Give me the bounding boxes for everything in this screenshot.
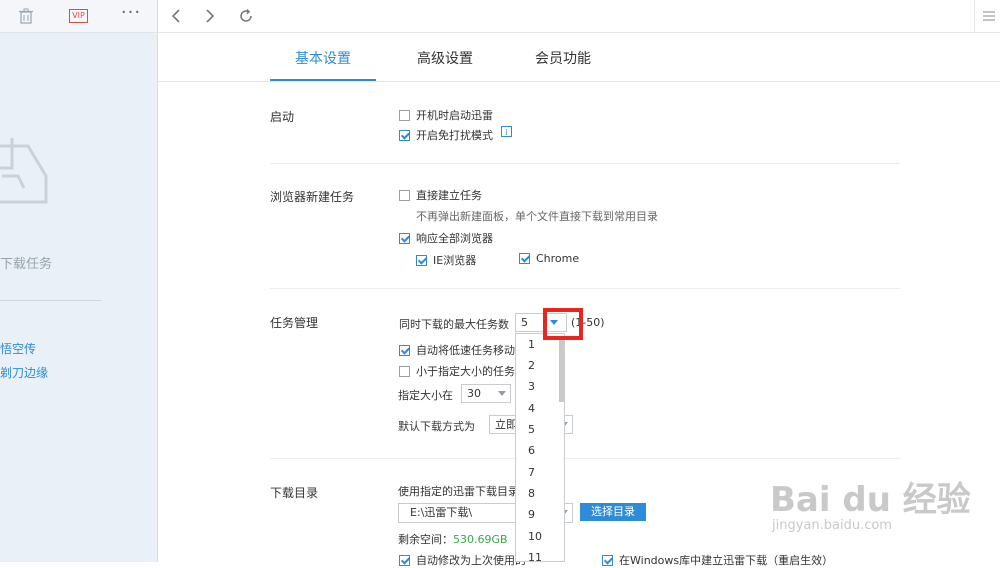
use-dir-label: 使用指定的迅雷下载目录 [398, 485, 519, 498]
checkbox-label: 在Windows库中建立迅雷下载（重启生效） [619, 554, 834, 567]
baidu-watermark-url: jingyan.baidu.com [772, 518, 892, 533]
highlight-annotation-box [543, 308, 583, 340]
checkbox-row-chrome[interactable]: Chrome [519, 252, 579, 265]
dropdown-option[interactable]: 7 [528, 466, 535, 479]
info-icon[interactable]: i [501, 126, 512, 137]
size-select[interactable]: 30 [461, 384, 511, 403]
section-title-download-dir: 下载目录 [270, 486, 319, 500]
choose-dir-button[interactable]: 选择目录 [580, 503, 646, 521]
chevron-down-icon [498, 391, 506, 396]
tab-basic-settings[interactable]: 基本设置 [270, 48, 376, 70]
checkbox-row-autostart[interactable]: 开机时启动迅雷 [399, 107, 493, 123]
sidebar-link-razor[interactable]: 剃刀边缘 [0, 364, 48, 381]
dropdown-option[interactable]: 3 [528, 380, 535, 393]
max-tasks-value: 5 [521, 316, 528, 329]
dropdown-option[interactable]: 9 [528, 508, 535, 521]
checkbox-direct-task[interactable] [399, 189, 410, 201]
direct-task-hint: 不再弹出新建面板，单个文件直接下载到常用目录 [416, 210, 658, 223]
top-toolbar [158, 0, 1000, 33]
checkbox-row-auto-dir[interactable]: 自动修改为上次使用的 [399, 552, 526, 568]
free-space-value: 530.69GB [453, 532, 508, 546]
dropdown-option[interactable]: 4 [528, 402, 535, 415]
tab-advanced-settings[interactable]: 高级设置 [392, 48, 498, 70]
free-space-label: 剩余空间： [398, 533, 453, 546]
section-divider [270, 288, 900, 289]
section-title-task-management: 任务管理 [270, 316, 319, 330]
checkbox-dnd[interactable] [399, 129, 410, 141]
vip-icon[interactable]: VIP [69, 9, 88, 23]
checkbox-row-ie[interactable]: IE浏览器 [416, 252, 476, 268]
dropdown-option[interactable]: 2 [528, 359, 535, 372]
sidebar-divider [0, 300, 101, 301]
section-divider [270, 163, 900, 164]
checkbox-row-direct[interactable]: 直接建立任务 [399, 187, 482, 203]
checkbox-label: IE浏览器 [433, 254, 477, 267]
active-tab-indicator [270, 79, 376, 81]
back-icon[interactable] [166, 0, 186, 32]
checkbox-respond-all[interactable] [399, 232, 410, 244]
checkbox-ie[interactable] [416, 254, 427, 266]
max-tasks-dropdown-list[interactable]: 1 2 3 4 5 6 7 8 9 10 11 [515, 333, 565, 562]
toolbar-divider [974, 0, 975, 32]
empty-task-label: 下载任务 [0, 257, 53, 272]
sidebar [0, 0, 158, 562]
default-mode-label: 默认下载方式为 [398, 420, 475, 433]
checkbox-label: 自动修改为上次使用的 [416, 554, 526, 567]
checkbox-label: 直接建立任务 [416, 189, 482, 202]
checkbox-label: 开启免打扰模式 [416, 129, 493, 142]
section-divider [270, 458, 900, 459]
download-path-value: E:\迅雷下载\ [410, 506, 473, 519]
checkbox-autostart[interactable] [399, 109, 410, 121]
dropdown-option[interactable]: 6 [528, 444, 535, 457]
checkbox-chrome[interactable] [519, 253, 530, 264]
refresh-icon[interactable] [236, 0, 256, 32]
more-icon[interactable]: ··· [118, 0, 144, 29]
checkbox-auto-dir[interactable] [399, 554, 410, 566]
default-mode-value: 立即 [495, 418, 517, 431]
checkbox-row-respond-all[interactable]: 响应全部浏览器 [399, 230, 493, 246]
checkbox-auto-move[interactable] [399, 344, 410, 356]
checkbox-row-small-size[interactable]: 小于指定大小的任务不 [399, 363, 526, 379]
checkbox-win-lib[interactable] [602, 554, 613, 566]
size-value: 30 [467, 387, 481, 400]
dropdown-option[interactable]: 1 [528, 338, 535, 351]
dropdown-option[interactable]: 10 [528, 530, 542, 543]
sidebar-link-wukong[interactable]: 悟空传 [0, 340, 36, 357]
tab-member-features[interactable]: 会员功能 [510, 48, 616, 70]
free-space: 剩余空间： 530.69GB [398, 531, 508, 547]
section-title-browser: 浏览器新建任务 [270, 190, 355, 204]
checkbox-row-win-lib[interactable]: 在Windows库中建立迅雷下载（重启生效） [602, 552, 833, 568]
section-title-startup: 启动 [270, 110, 295, 124]
download-box-icon [0, 138, 48, 204]
checkbox-row-auto-move[interactable]: 自动将低速任务移动至 [399, 342, 526, 358]
checkbox-label: 自动将低速任务移动至 [416, 344, 526, 357]
checkbox-label: 开机时启动迅雷 [416, 109, 493, 122]
max-tasks-label: 同时下载的最大任务数 [399, 318, 509, 331]
baidu-watermark: Bai du 经验 [770, 480, 971, 520]
tabs-divider [158, 81, 1000, 82]
menu-icon[interactable] [982, 0, 996, 32]
forward-icon[interactable] [200, 0, 220, 32]
dropdown-scrollbar[interactable] [559, 338, 564, 402]
trash-icon[interactable] [14, 0, 38, 32]
checkbox-label: 响应全部浏览器 [416, 232, 493, 245]
dropdown-option[interactable]: 5 [528, 423, 535, 436]
checkbox-row-dnd[interactable]: 开启免打扰模式 [399, 127, 493, 143]
size-label: 指定大小在 [398, 389, 453, 402]
checkbox-small-size[interactable] [399, 365, 410, 377]
checkbox-label: Chrome [536, 252, 580, 265]
dropdown-option[interactable]: 11 [528, 551, 542, 561]
checkbox-label: 小于指定大小的任务不 [416, 365, 526, 378]
dropdown-option[interactable]: 8 [528, 487, 535, 500]
